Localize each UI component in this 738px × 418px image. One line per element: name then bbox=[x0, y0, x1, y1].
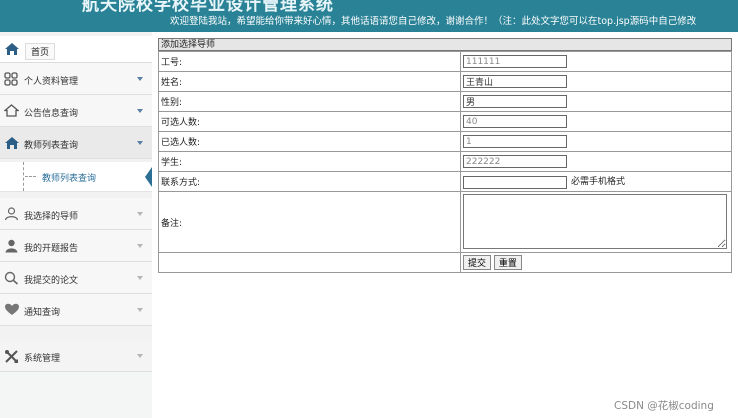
home-icon bbox=[4, 136, 20, 153]
remarks-textarea[interactable] bbox=[463, 193, 727, 249]
form-row: 学生: bbox=[158, 151, 732, 172]
chevron-down-icon bbox=[137, 77, 143, 81]
sidebar-item-label: 个人资料管理 bbox=[24, 77, 79, 87]
field-label: 学生: bbox=[158, 151, 461, 172]
sidebar-item-label: 通知查询 bbox=[24, 308, 61, 318]
heart-icon bbox=[4, 303, 20, 319]
available-slots-input[interactable] bbox=[463, 115, 567, 128]
submit-button[interactable]: 提交 bbox=[463, 255, 492, 270]
active-indicator bbox=[145, 167, 152, 187]
submenu-teacher-list-query[interactable]: 教师列表查询 bbox=[0, 162, 152, 192]
form-row: 联系方式: 必需手机格式 bbox=[158, 171, 732, 192]
sidebar-item-label: 教师列表查询 bbox=[24, 141, 79, 151]
search-icon bbox=[4, 271, 19, 288]
sidebar-item-label: 我的开题报告 bbox=[24, 244, 79, 254]
form-row: 可选人数: bbox=[158, 111, 732, 132]
form-row: 姓名: bbox=[158, 71, 732, 92]
select-advisor-form: 工号: 姓名: 性别: 可选人数: 已选人数: 学生: 联系方式: 必需手机格式 bbox=[158, 51, 732, 273]
chevron-down-icon bbox=[137, 109, 143, 113]
home-outline-icon bbox=[3, 104, 20, 120]
sidebar-item-label: 我选择的导师 bbox=[24, 212, 79, 222]
field-label: 联系方式: bbox=[158, 171, 461, 192]
contact-input[interactable] bbox=[463, 175, 567, 189]
field-label: 备注: bbox=[158, 191, 461, 253]
csdn-watermark: CSDN @花椒coding bbox=[614, 400, 714, 412]
welcome-marquee: 欢迎登陆我站，希望能给你带来好心情，其他话语请您自己修改，谢谢合作！（注：此处文… bbox=[170, 16, 697, 27]
field-label: 可选人数: bbox=[158, 111, 461, 132]
sidebar-item-notice[interactable]: 公告信息查询 bbox=[0, 95, 152, 127]
form-row: 性别: bbox=[158, 91, 732, 112]
chevron-down-icon bbox=[137, 141, 143, 145]
chevron-down-icon bbox=[137, 308, 143, 312]
tools-icon bbox=[4, 349, 19, 367]
sidebar-item-system[interactable]: 系统管理 bbox=[0, 340, 152, 372]
form-row: 工号: bbox=[158, 51, 732, 72]
name-input[interactable] bbox=[463, 75, 567, 88]
home-tab-label[interactable]: 首页 bbox=[25, 43, 56, 60]
sidebar-home[interactable]: 首页 bbox=[0, 36, 152, 63]
submenu-label: 教师列表查询 bbox=[42, 174, 97, 184]
chevron-down-icon bbox=[137, 354, 143, 358]
field-label: 性别: bbox=[158, 91, 461, 112]
selected-count-input[interactable] bbox=[463, 135, 567, 148]
reset-button[interactable]: 重置 bbox=[493, 255, 522, 270]
sidebar-item-label: 系统管理 bbox=[24, 354, 61, 364]
field-label: 姓名: bbox=[158, 71, 461, 92]
chevron-down-icon bbox=[137, 276, 143, 280]
home-icon bbox=[4, 42, 20, 59]
field-label: 工号: bbox=[158, 51, 461, 72]
sidebar-item-label: 我提交的论文 bbox=[24, 276, 79, 286]
chevron-down-icon bbox=[137, 212, 143, 216]
student-input[interactable] bbox=[463, 155, 567, 168]
form-row: 备注: bbox=[158, 191, 732, 253]
sidebar-item-proposal-report[interactable]: 我的开题报告 bbox=[0, 230, 152, 262]
chevron-down-icon bbox=[137, 244, 143, 248]
sidebar-item-submitted-thesis[interactable]: 我提交的论文 bbox=[0, 262, 152, 294]
form-row: 已选人数: bbox=[158, 131, 732, 152]
user-outline-icon bbox=[4, 207, 19, 224]
phone-format-hint: 必需手机格式 bbox=[571, 177, 626, 188]
form-title: 添加选择导师 bbox=[158, 38, 732, 51]
sidebar-item-notification[interactable]: 通知查询 bbox=[0, 294, 152, 326]
gender-input[interactable] bbox=[463, 95, 567, 108]
form-actions-row: 提交 重置 bbox=[158, 252, 732, 273]
sidebar: 首页 个人资料管理 公告信息查询 教师列表查询 教师列表查询 我选择的导师 我的… bbox=[0, 32, 152, 418]
user-icon bbox=[4, 239, 19, 256]
grid-icon bbox=[4, 72, 18, 89]
top-header: 航天院校学校毕业设计管理系统 欢迎登陆我站，希望能给你带来好心情，其他话语请您自… bbox=[0, 0, 738, 32]
sidebar-item-my-advisor[interactable]: 我选择的导师 bbox=[0, 198, 152, 230]
staff-id-input[interactable] bbox=[463, 55, 567, 68]
sidebar-item-profile[interactable]: 个人资料管理 bbox=[0, 63, 152, 95]
sidebar-item-label: 公告信息查询 bbox=[24, 109, 79, 119]
field-label: 已选人数: bbox=[158, 131, 461, 152]
sidebar-item-teacher-list[interactable]: 教师列表查询 bbox=[0, 127, 152, 159]
main-content: 添加选择导师 工号: 姓名: 性别: 可选人数: 已选人数: 学生: 联系方式:… bbox=[152, 32, 738, 418]
